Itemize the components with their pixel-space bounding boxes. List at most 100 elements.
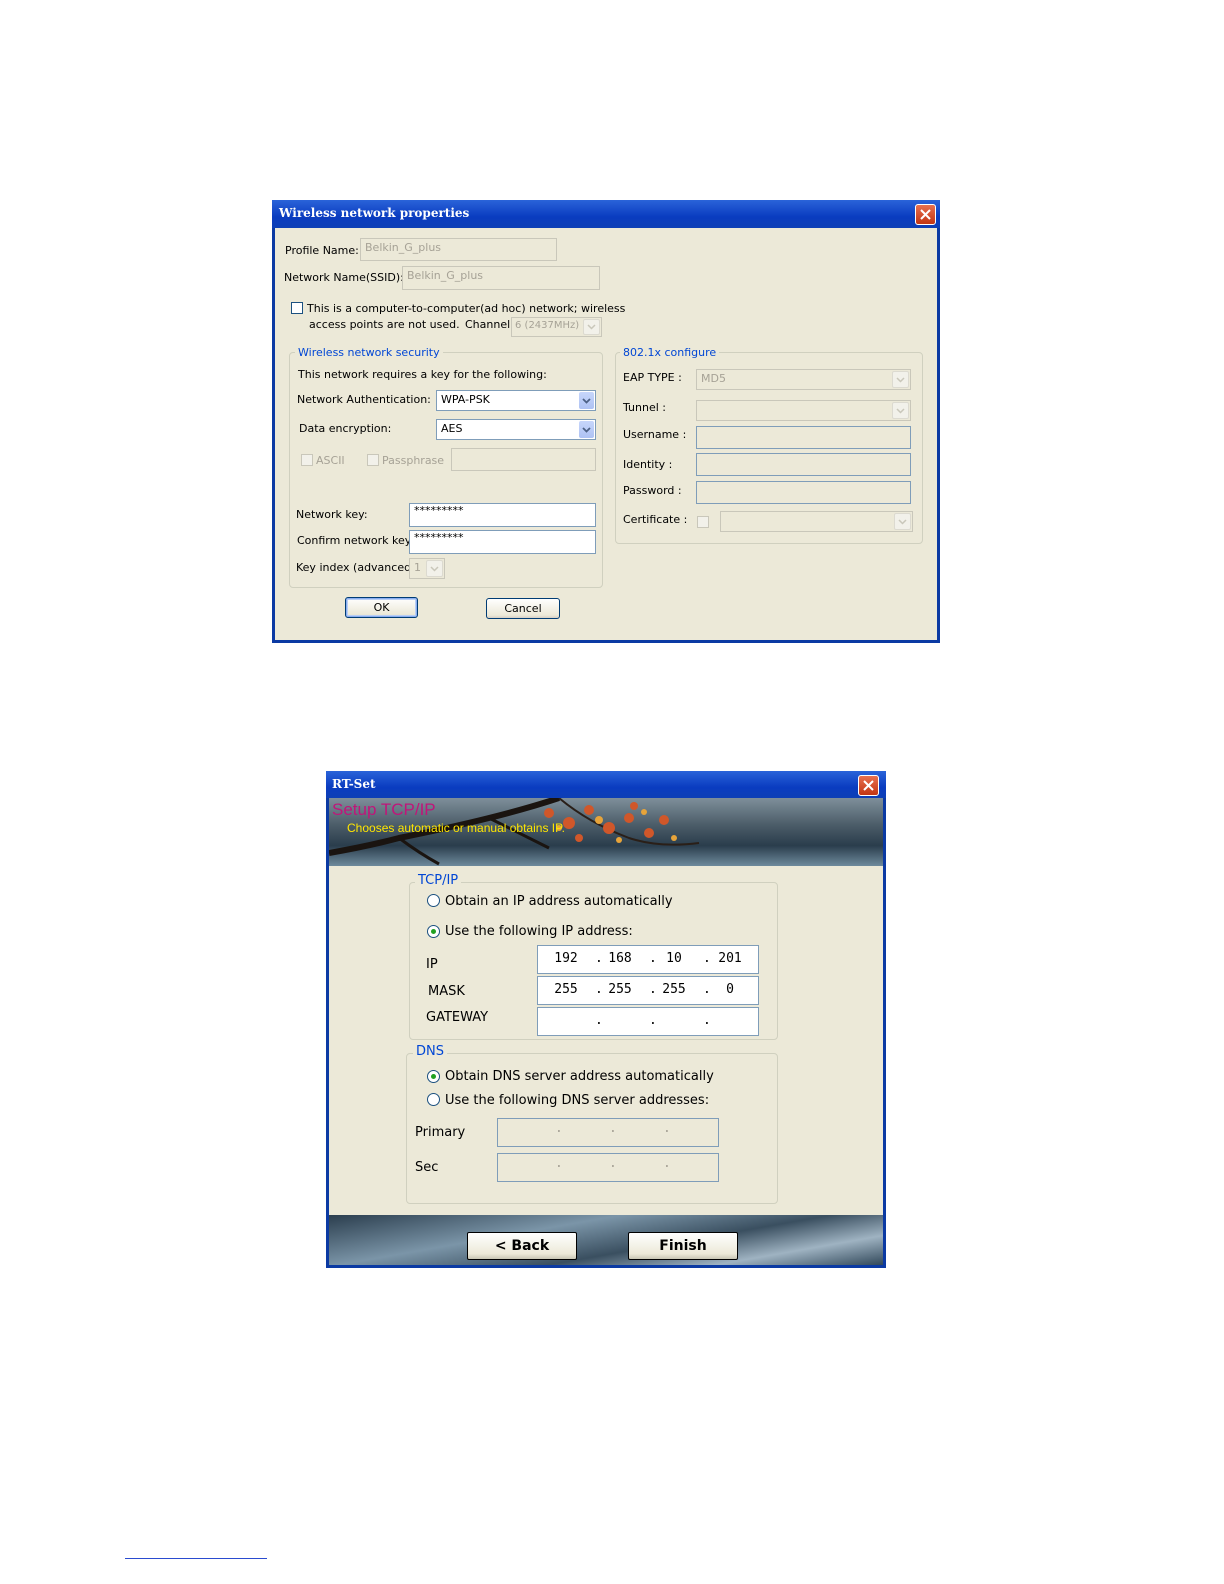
secondary-dns-label: Sec	[415, 1160, 439, 1175]
ip-octet: 192	[554, 951, 578, 966]
eap-type-value: MD5	[701, 372, 726, 385]
mask-label: MASK	[428, 984, 465, 999]
use-following-dns-label: Use the following DNS server addresses:	[445, 1093, 710, 1108]
secondary-dns-field[interactable]: . . .	[497, 1153, 719, 1182]
obtain-ip-auto-label: Obtain an IP address automatically	[445, 894, 673, 909]
key-index-label: Key index (advanced):	[296, 561, 420, 574]
dns-group-title: DNS	[413, 1044, 447, 1059]
tunnel-label: Tunnel :	[623, 401, 666, 414]
title-bar[interactable]: RT-Set	[326, 771, 886, 798]
ascii-label: ASCII	[316, 454, 345, 467]
chevron-down-icon	[579, 421, 594, 438]
adhoc-checkbox[interactable]	[291, 302, 303, 314]
chevron-down-icon	[426, 560, 443, 577]
network-key-field[interactable]: *********	[409, 503, 596, 527]
gateway-label: GATEWAY	[426, 1010, 489, 1025]
dialog-title: RT-Set	[332, 777, 376, 791]
dot1x-group-title: 802.1x configure	[620, 346, 720, 359]
eap-type-label: EAP TYPE :	[623, 371, 682, 384]
data-encryption-select[interactable]: AES	[436, 419, 596, 440]
header-banner: Setup TCP/IP Chooses automatic or manual…	[329, 798, 883, 866]
security-note: This network requires a key for the foll…	[298, 368, 547, 381]
adhoc-label-line1: This is a computer-to-computer(ad hoc) n…	[307, 302, 626, 315]
confirm-network-key-label: Confirm network key:	[297, 534, 415, 547]
profile-name-label: Profile Name:	[285, 244, 359, 257]
dialog-title: Wireless network properties	[279, 206, 470, 220]
finish-button[interactable]: Finish	[628, 1232, 738, 1260]
network-authentication-select[interactable]: WPA-PSK	[436, 390, 596, 411]
chevron-down-icon	[579, 392, 594, 409]
wireless-security-group-title: Wireless network security	[295, 346, 443, 359]
passphrase-field[interactable]	[451, 448, 596, 471]
passphrase-checkbox[interactable]	[367, 454, 379, 466]
mask-field[interactable]: 255 . 255 . 255 . 0	[537, 976, 759, 1005]
network-authentication-value: WPA-PSK	[441, 393, 490, 406]
back-button[interactable]: < Back	[467, 1232, 577, 1260]
network-key-label: Network key:	[296, 508, 368, 521]
ok-button[interactable]: OK	[345, 597, 418, 618]
network-authentication-label: Network Authentication:	[297, 393, 431, 406]
close-button[interactable]	[915, 204, 936, 225]
data-encryption-label: Data encryption:	[299, 422, 392, 435]
use-following-ip-radio[interactable]	[427, 925, 440, 938]
obtain-ip-auto-radio[interactable]	[427, 894, 440, 907]
passphrase-label: Passphrase	[382, 454, 445, 467]
data-encryption-value: AES	[441, 422, 463, 435]
mask-octet: 255	[662, 982, 686, 997]
key-index-select[interactable]: 1	[409, 558, 445, 579]
username-label: Username :	[623, 428, 687, 441]
footer-banner	[329, 1215, 883, 1265]
ip-address-field[interactable]: 192 . 168 . 10 . 201	[537, 945, 759, 974]
confirm-network-key-field[interactable]: *********	[409, 530, 596, 554]
use-following-ip-label: Use the following IP address:	[445, 924, 633, 939]
mask-octet: 255	[608, 982, 632, 997]
identity-label: Identity :	[623, 458, 673, 471]
certificate-checkbox[interactable]	[697, 516, 709, 528]
gateway-field[interactable]: . . .	[537, 1007, 759, 1036]
password-label: Password :	[623, 484, 682, 497]
obtain-dns-auto-label: Obtain DNS server address automatically	[445, 1069, 714, 1084]
rt-set-dialog: RT-Set Setup TCP/IP Chooses automatic or…	[326, 771, 886, 1268]
mask-octet: 255	[554, 982, 578, 997]
profile-name-field[interactable]: Belkin_G_plus	[360, 238, 557, 261]
channel-select[interactable]: 6 (2437MHz)	[511, 317, 602, 337]
ssid-label: Network Name(SSID):	[284, 271, 404, 284]
chevron-down-icon	[892, 371, 909, 388]
dialog-body: Profile Name: Belkin_G_plus Network Name…	[275, 228, 937, 640]
ssid-field[interactable]: Belkin_G_plus	[402, 266, 600, 290]
close-icon	[920, 209, 931, 220]
ip-label: IP	[426, 957, 438, 972]
identity-field[interactable]	[696, 453, 911, 476]
chevron-down-icon	[583, 319, 600, 335]
ip-octet: 10	[666, 951, 682, 966]
wireless-network-properties-dialog: Wireless network properties Profile Name…	[272, 200, 940, 643]
username-field[interactable]	[696, 426, 911, 449]
ip-octet: 201	[718, 951, 742, 966]
key-index-value: 1	[414, 561, 421, 574]
mask-octet: 0	[726, 982, 734, 997]
banner-title: Setup TCP/IP	[332, 800, 436, 819]
eap-type-select[interactable]: MD5	[696, 369, 911, 390]
banner-subtitle: Chooses automatic or manual obtains IP.	[347, 821, 565, 835]
tcpip-group-title: TCP/IP	[415, 873, 462, 888]
ip-octet: 168	[608, 951, 632, 966]
chevron-down-icon	[892, 402, 909, 419]
tunnel-select[interactable]	[696, 400, 911, 421]
password-field[interactable]	[696, 481, 911, 504]
primary-dns-field[interactable]: . . .	[497, 1118, 719, 1147]
footnote-separator	[125, 1558, 267, 1559]
chevron-down-icon	[894, 513, 911, 530]
dialog-body: Setup TCP/IP Chooses automatic or manual…	[329, 798, 883, 1265]
certificate-label: Certificate :	[623, 513, 688, 526]
close-button[interactable]	[858, 775, 879, 796]
certificate-select[interactable]	[720, 511, 913, 532]
use-following-dns-radio[interactable]	[427, 1093, 440, 1106]
cancel-button[interactable]: Cancel	[486, 598, 560, 619]
ascii-checkbox[interactable]	[301, 454, 313, 466]
primary-dns-label: Primary	[415, 1125, 466, 1140]
obtain-dns-auto-radio[interactable]	[427, 1070, 440, 1083]
channel-value: 6 (2437MHz)	[515, 320, 580, 331]
title-bar[interactable]: Wireless network properties	[272, 200, 940, 228]
channel-label: Channel	[465, 318, 511, 331]
adhoc-label-line2: access points are not used.	[309, 318, 460, 331]
